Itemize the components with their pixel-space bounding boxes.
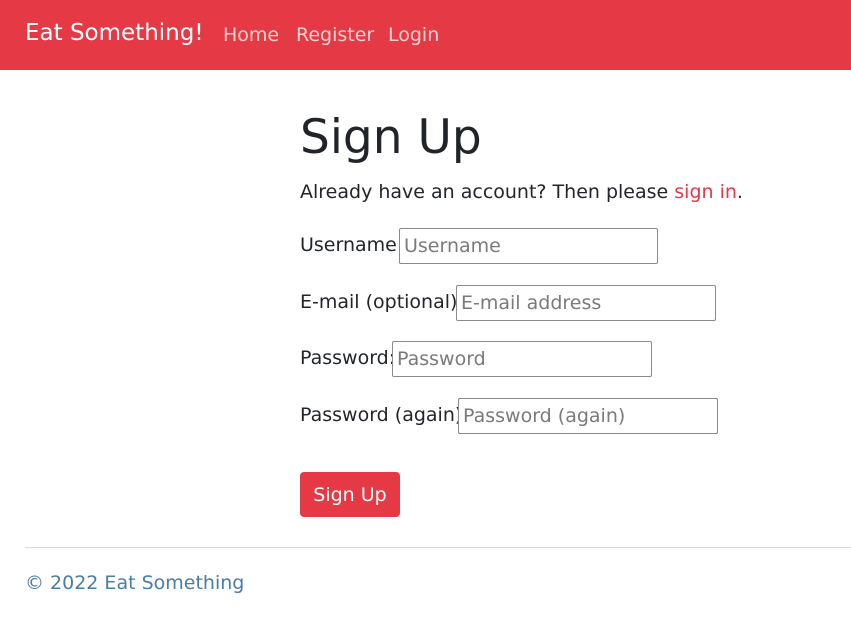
password-input[interactable] bbox=[392, 341, 652, 377]
page-title: Sign Up bbox=[300, 110, 482, 165]
password-again-label: Password (again): bbox=[300, 404, 469, 426]
password-label: Password: bbox=[300, 347, 396, 369]
footer-copyright: © 2022 Eat Something bbox=[25, 572, 245, 594]
signin-link[interactable]: sign in bbox=[674, 181, 737, 203]
nav-register-link[interactable]: Register bbox=[296, 24, 374, 46]
footer-divider bbox=[25, 547, 851, 548]
signin-prompt: Already have an account? Then please sig… bbox=[300, 181, 743, 203]
signin-prompt-text: Already have an account? Then please bbox=[300, 181, 675, 203]
email-input[interactable] bbox=[456, 285, 716, 321]
signin-prompt-period: . bbox=[736, 181, 743, 203]
password-again-input[interactable] bbox=[458, 398, 718, 434]
username-label: Username: bbox=[300, 234, 404, 256]
email-label: E-mail (optional): bbox=[300, 291, 464, 313]
signup-button[interactable]: Sign Up bbox=[300, 472, 400, 517]
brand-link[interactable]: Eat Something! bbox=[25, 20, 204, 46]
nav-home-link[interactable]: Home bbox=[223, 24, 279, 46]
nav-login-link[interactable]: Login bbox=[388, 24, 439, 46]
navbar: Eat Something! Home Register Login bbox=[0, 0, 851, 70]
username-input[interactable] bbox=[399, 228, 658, 264]
